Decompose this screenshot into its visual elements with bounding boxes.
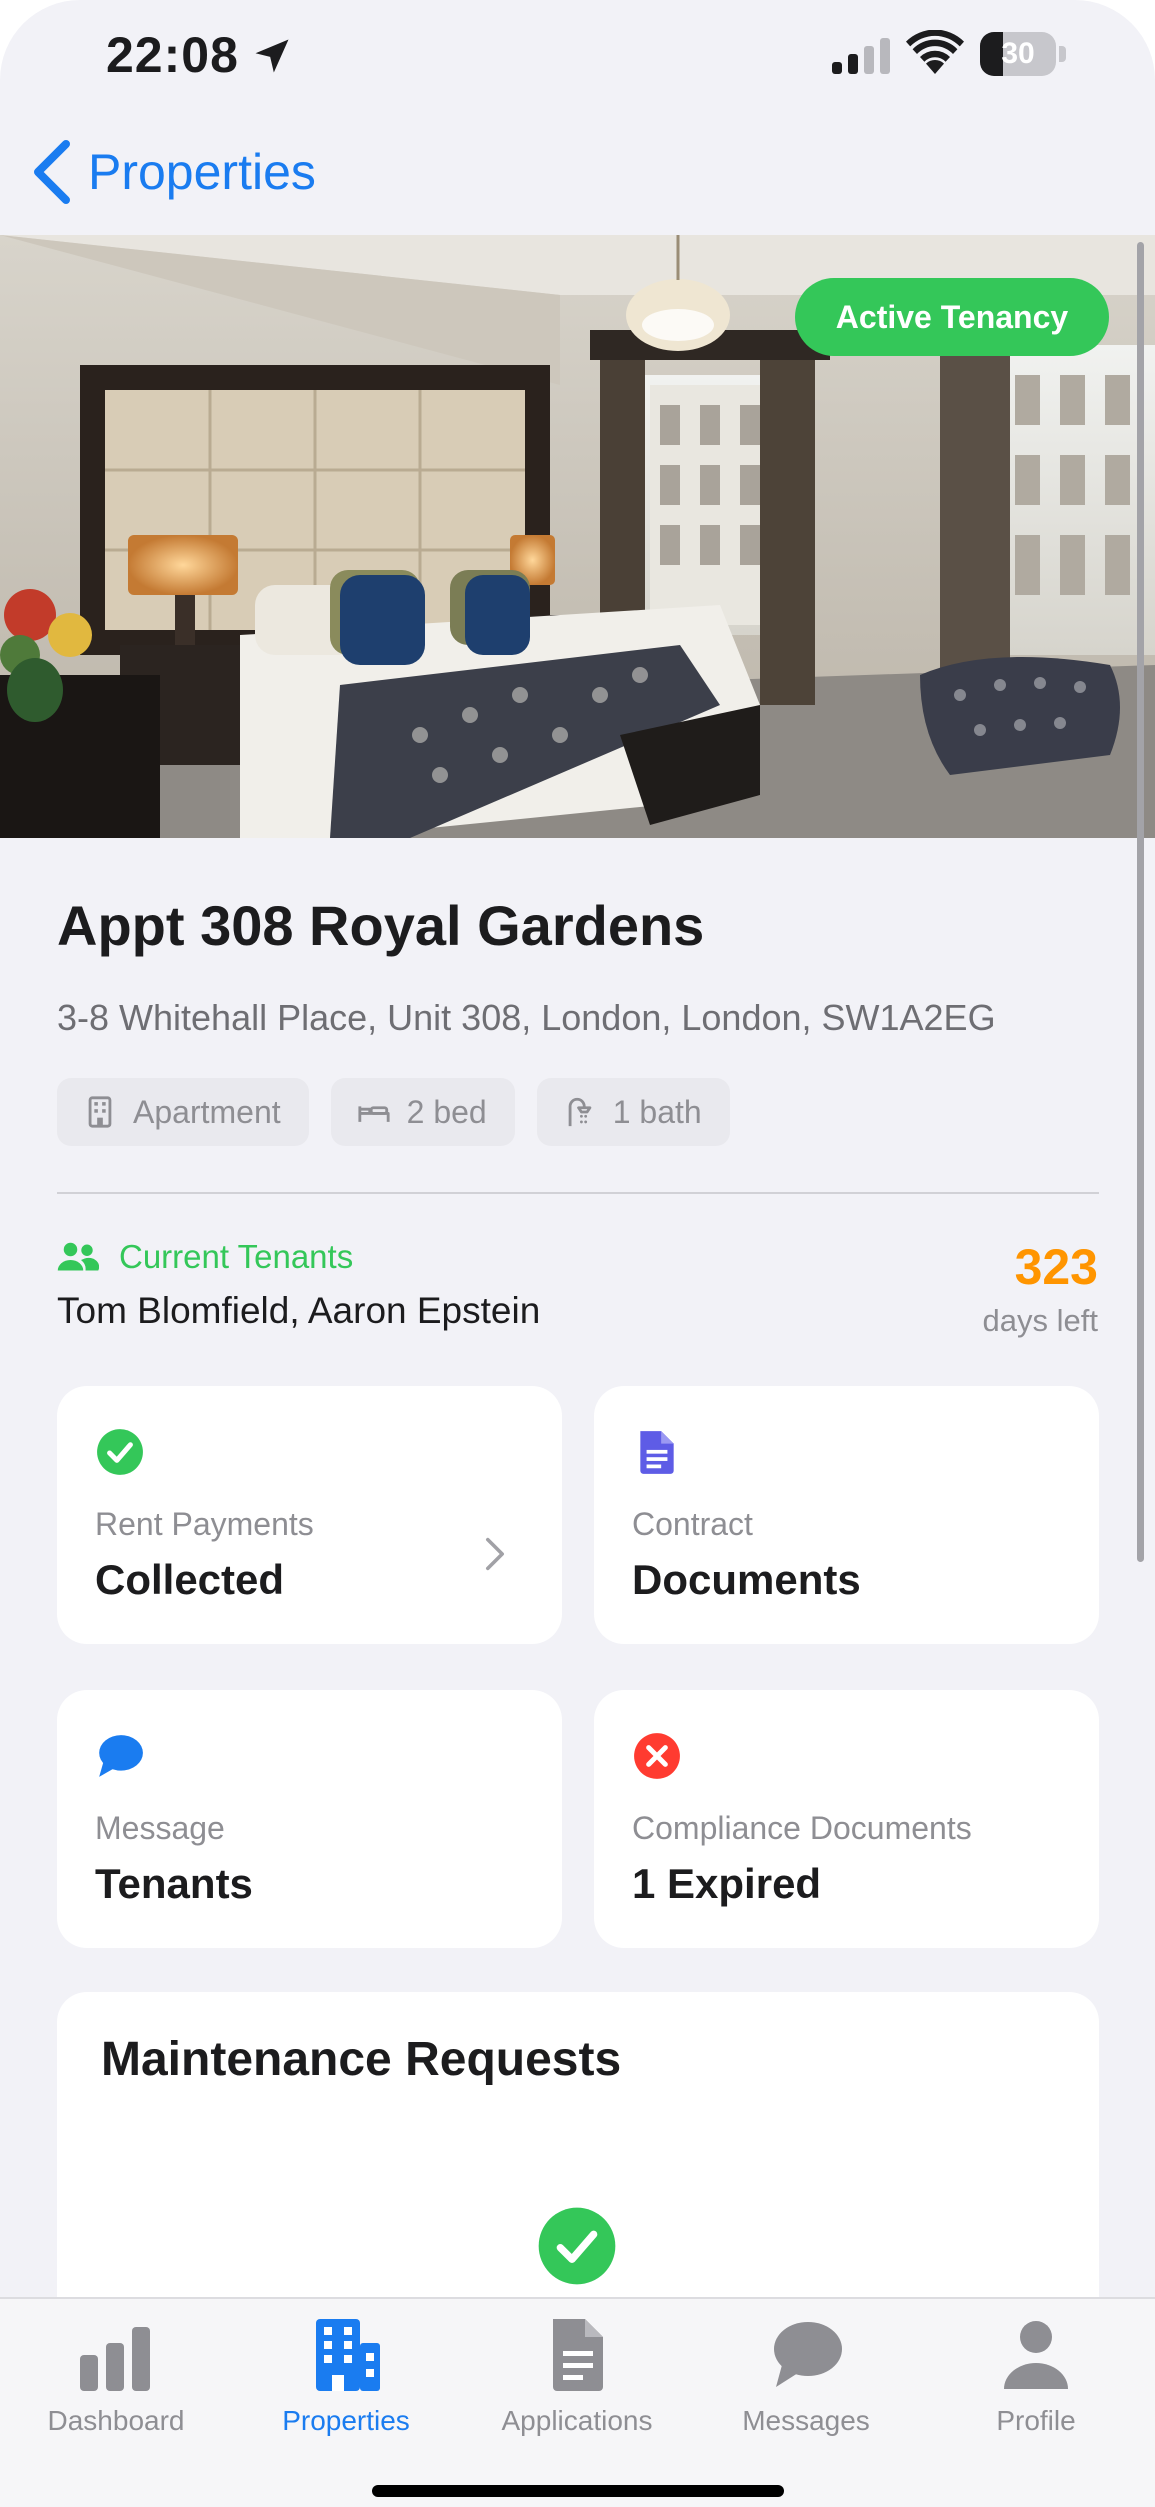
current-tenants-header: Current Tenants [57,1238,353,1276]
document-icon [640,1431,674,1474]
app-screen: 22:08 30 Properties Active Tenancy Appt … [0,0,1155,2507]
chip-label: 1 bath [612,1093,702,1130]
tab-messages[interactable]: Messages [696,2315,916,2455]
divider [57,1192,1099,1194]
card-label: Contract [632,1506,753,1542]
tab-properties[interactable]: Properties [236,2315,456,2455]
current-tenants-label: Current Tenants [119,1238,354,1275]
message-bubble-icon [99,1735,143,1777]
check-circle-icon [538,2207,616,2285]
status-time: 22:08 [106,27,239,83]
back-button[interactable]: Properties [30,132,316,212]
shower-icon [568,1097,592,1127]
card-label: Rent Payments [95,1506,314,1542]
message-tenants-card[interactable]: Message Tenants [57,1690,562,1948]
tab-label: Applications [501,2405,653,2436]
tab-profile[interactable]: Profile [926,2315,1146,2455]
card-value: Tenants [95,1860,253,1907]
chevron-left-icon [34,140,70,204]
people-icon [57,1242,99,1271]
tenant-names: Tom Blomfield, Aaron Epstein [57,1290,541,1331]
bed-icon [358,1106,390,1122]
building-icon [88,1096,112,1128]
days-left-label: days left [982,1303,1098,1338]
cellular-signal-icon [832,38,890,74]
card-label: Compliance Documents [632,1810,972,1846]
tab-applications[interactable]: Applications [467,2315,687,2455]
chart-icon [80,2327,150,2391]
card-value: Documents [632,1556,861,1603]
back-label: Properties [88,144,316,200]
card-label: Message [95,1810,225,1846]
tab-label: Dashboard [47,2405,185,2436]
days-left-count: 323 [1014,1239,1098,1295]
check-circle-icon [97,1429,143,1475]
chip-bathrooms: 1 bath [536,1078,730,1146]
home-indicator[interactable] [372,2485,784,2497]
rent-payments-card[interactable]: Rent Payments Collected [57,1386,562,1644]
tab-label: Messages [742,2405,870,2436]
chip-type: Apartment [57,1078,309,1146]
maintenance-title: Maintenance Requests [101,2033,622,2086]
tab-bar: Dashboard Properties Applications Messag… [0,2297,1155,2507]
status-badge: Active Tenancy [795,278,1109,356]
contract-documents-card[interactable]: Contract Documents [594,1386,1099,1644]
person-icon [1004,2321,1068,2389]
building-icon [316,2319,380,2391]
card-value: 1 Expired [632,1860,822,1907]
tab-dashboard[interactable]: Dashboard [6,2315,226,2455]
battery-icon: 30 [980,32,1066,76]
property-chips: Apartment 2 bed 1 bath [57,1078,730,1146]
chip-label: 2 bed [406,1093,487,1130]
chip-label: Apartment [133,1093,281,1130]
scrollbar[interactable] [1137,242,1144,1562]
location-arrow-icon [255,39,289,73]
wifi-icon [906,30,964,74]
chevron-right-icon [486,1537,504,1571]
tab-label: Profile [996,2405,1076,2436]
card-value: Collected [95,1556,285,1603]
property-address: 3-8 Whitehall Place, Unit 308, London, L… [57,997,996,1038]
tab-label: Properties [282,2405,410,2436]
property-title: Appt 308 Royal Gardens [57,894,705,957]
compliance-documents-card[interactable]: Compliance Documents 1 Expired [594,1690,1099,1948]
document-icon [553,2319,603,2391]
battery-level: 30 [1001,37,1035,70]
x-circle-icon [634,1733,680,1779]
chat-icon [774,2322,842,2387]
chip-bedrooms: 2 bed [330,1078,515,1146]
